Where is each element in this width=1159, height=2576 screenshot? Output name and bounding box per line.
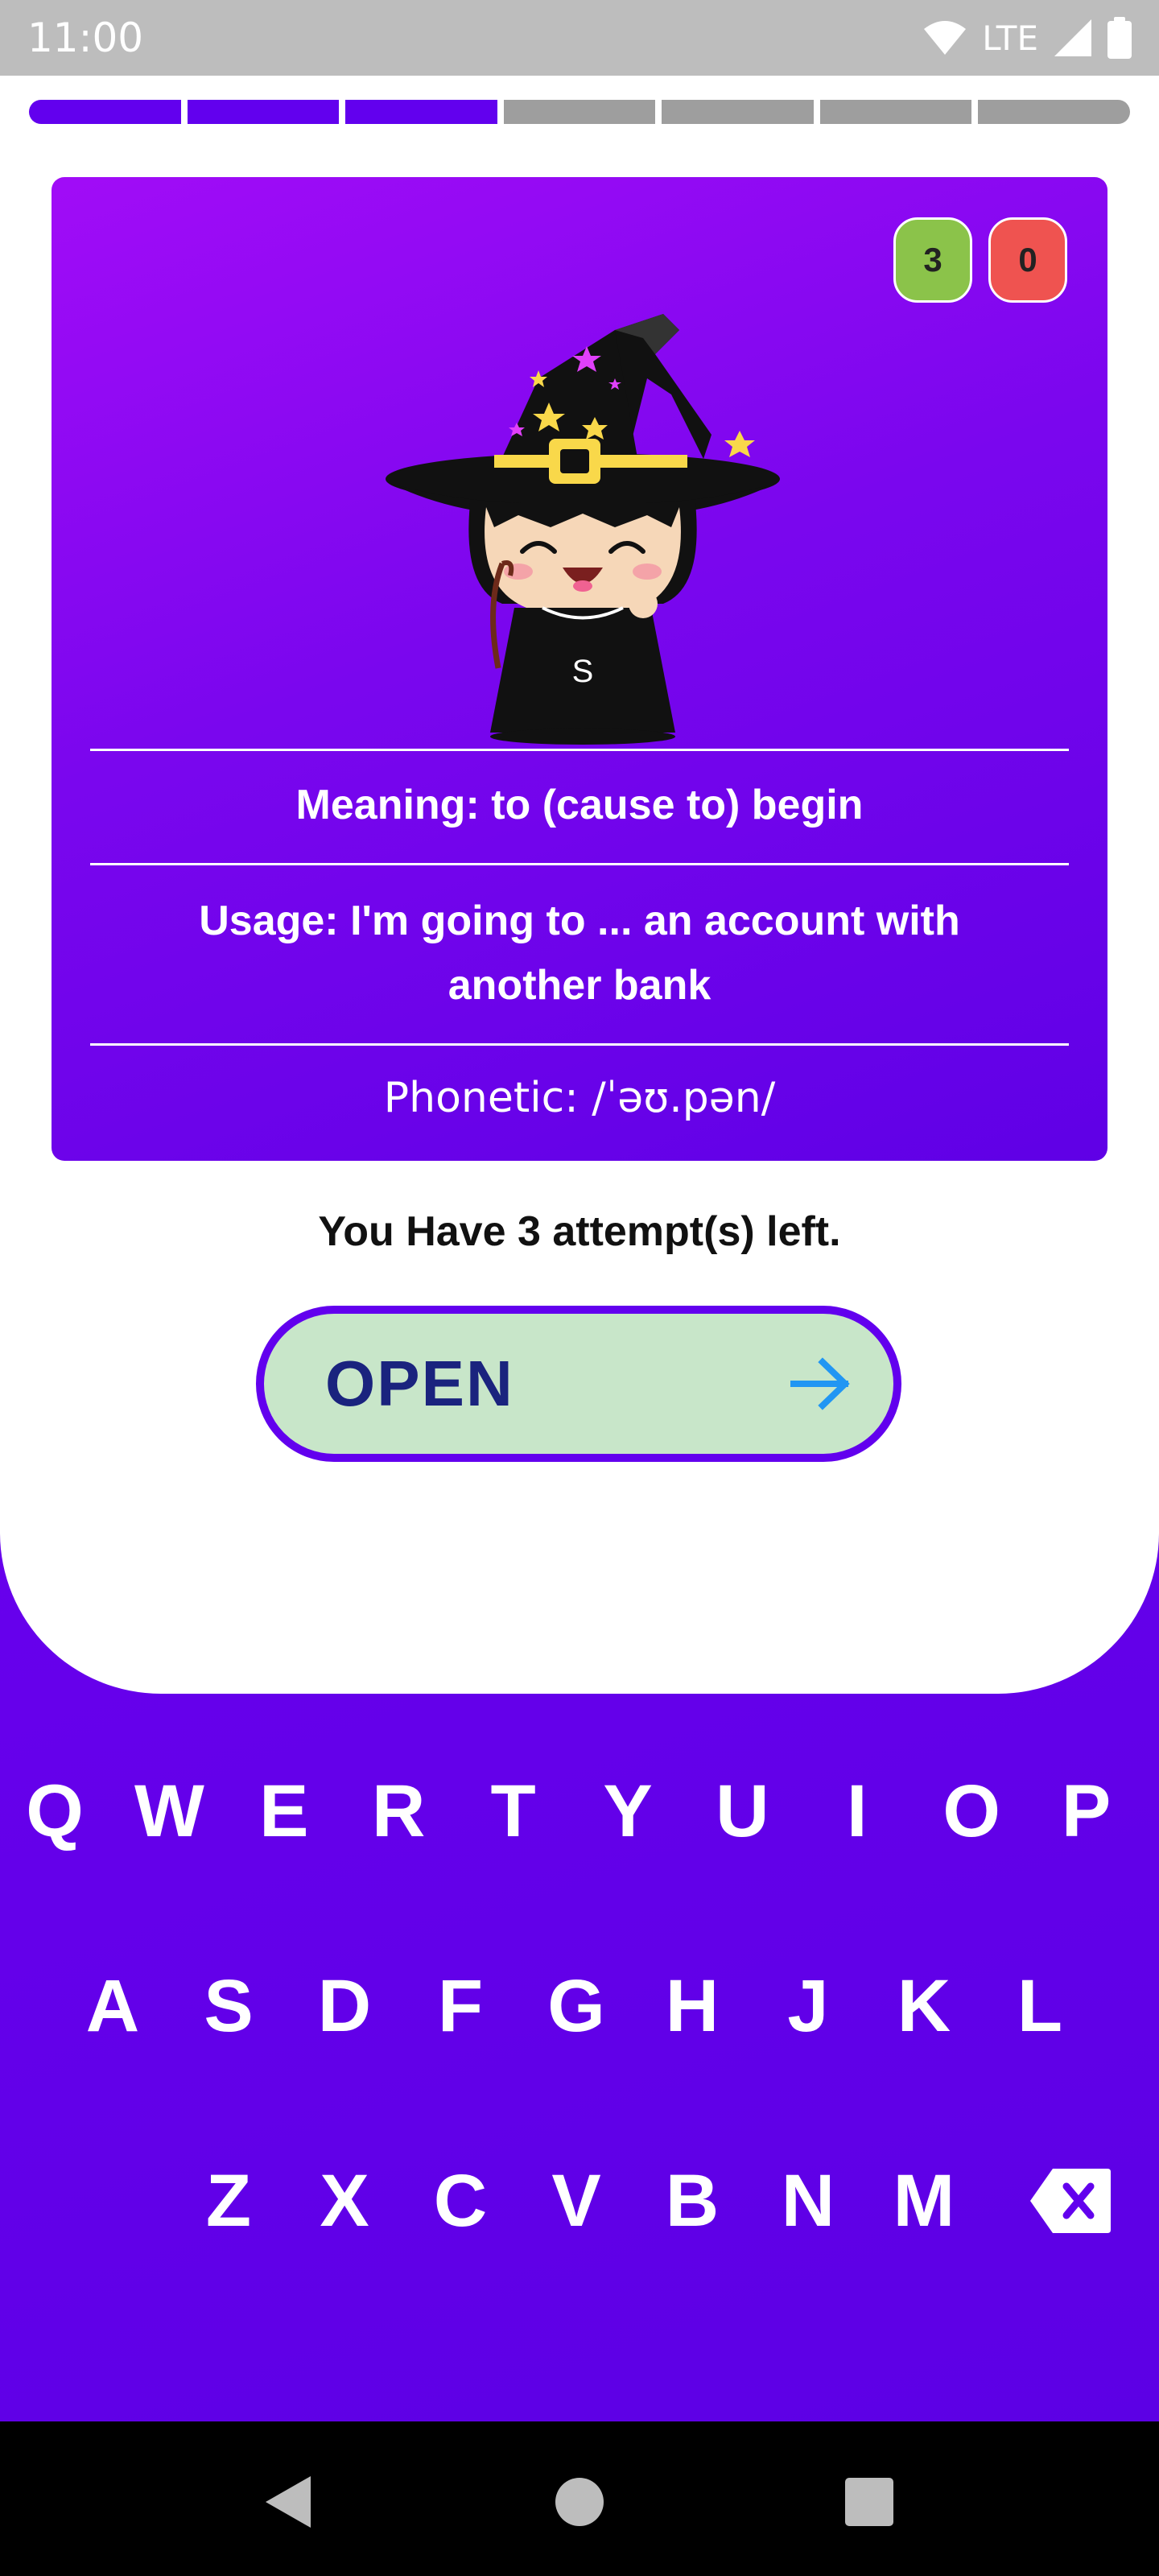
key-g[interactable]: G — [528, 1950, 625, 2062]
key-k[interactable]: K — [876, 1950, 972, 2062]
wifi-icon — [924, 21, 967, 55]
keyboard-row-2: ASDFGHJKL — [0, 1950, 1159, 2062]
progress-segment — [503, 100, 656, 124]
battery-icon — [1107, 17, 1132, 59]
arrow-right-icon[interactable] — [789, 1356, 853, 1412]
key-d[interactable]: D — [296, 1950, 393, 2062]
key-v[interactable]: V — [528, 2145, 625, 2257]
key-y[interactable]: Y — [580, 1755, 676, 1868]
keyboard-row-3: ZXCVBNM — [0, 2145, 1159, 2257]
progress-segment — [187, 100, 340, 124]
key-f[interactable]: F — [412, 1950, 509, 2062]
key-e[interactable]: E — [236, 1755, 332, 1868]
key-c[interactable]: C — [412, 2145, 509, 2257]
progress-segment — [662, 100, 814, 124]
progress-segment — [345, 100, 497, 124]
key-l[interactable]: L — [992, 1950, 1088, 2062]
key-j[interactable]: J — [760, 1950, 856, 2062]
attempts-left-text: You Have 3 attempt(s) left. — [318, 1208, 841, 1255]
key-z[interactable]: Z — [180, 2145, 277, 2257]
key-m[interactable]: M — [876, 2145, 972, 2257]
keyboard-row-1: QWERTYUIOP — [0, 1755, 1159, 1868]
status-bar: 11:00 LTE — [0, 0, 1159, 76]
mascot-letter: S — [571, 654, 594, 689]
divider — [90, 863, 1069, 865]
answer-value: OPEN — [325, 1348, 514, 1419]
usage-text-line2: another bank — [448, 962, 711, 1009]
home-circle-icon[interactable] — [547, 2470, 612, 2534]
divider — [90, 1043, 1069, 1046]
key-t[interactable]: T — [465, 1755, 562, 1868]
wrong-count-badge: 0 — [988, 217, 1067, 303]
key-a[interactable]: A — [64, 1950, 161, 2062]
recents-square-icon[interactable] — [837, 2470, 901, 2534]
signal-icon — [1054, 19, 1091, 56]
progress-segment — [29, 100, 181, 124]
letter-keyboard: QWERTYUIOP ASDFGHJKL ZXCVBNM — [0, 1755, 1159, 2423]
system-navigation-bar — [0, 2421, 1159, 2576]
key-b[interactable]: B — [644, 2145, 740, 2257]
key-o[interactable]: O — [923, 1755, 1020, 1868]
usage-text-line1: Usage: I'm going to ... an account with — [199, 898, 960, 944]
key-h[interactable]: H — [644, 1950, 740, 2062]
key-n[interactable]: N — [760, 2145, 856, 2257]
key-u[interactable]: U — [694, 1755, 790, 1868]
network-type: LTE — [982, 18, 1038, 58]
word-card: 3 0 S Meaning: to (cause to) begin Usage… — [52, 177, 1107, 1161]
correct-count-badge: 3 — [893, 217, 972, 303]
key-r[interactable]: R — [350, 1755, 447, 1868]
meaning-text: Meaning: to (cause to) begin — [295, 782, 864, 828]
status-icons: LTE — [922, 17, 1132, 59]
level-progress — [29, 100, 1131, 124]
progress-segment — [978, 100, 1131, 124]
answer-field[interactable]: OPEN — [256, 1306, 901, 1462]
key-s[interactable]: S — [180, 1950, 277, 2062]
progress-segment — [819, 100, 972, 124]
key-i[interactable]: I — [809, 1755, 905, 1868]
key-q[interactable]: Q — [6, 1755, 103, 1868]
divider — [90, 749, 1069, 751]
phonetic-text: Phonetic: /ˈəʊ.pən/ — [383, 1074, 776, 1122]
status-time: 11:00 — [27, 14, 144, 61]
key-w[interactable]: W — [121, 1755, 217, 1868]
back-triangle-icon[interactable] — [256, 2470, 320, 2534]
backspace-icon[interactable] — [1030, 2169, 1111, 2233]
key-x[interactable]: X — [296, 2145, 393, 2257]
key-p[interactable]: P — [1038, 1755, 1135, 1868]
